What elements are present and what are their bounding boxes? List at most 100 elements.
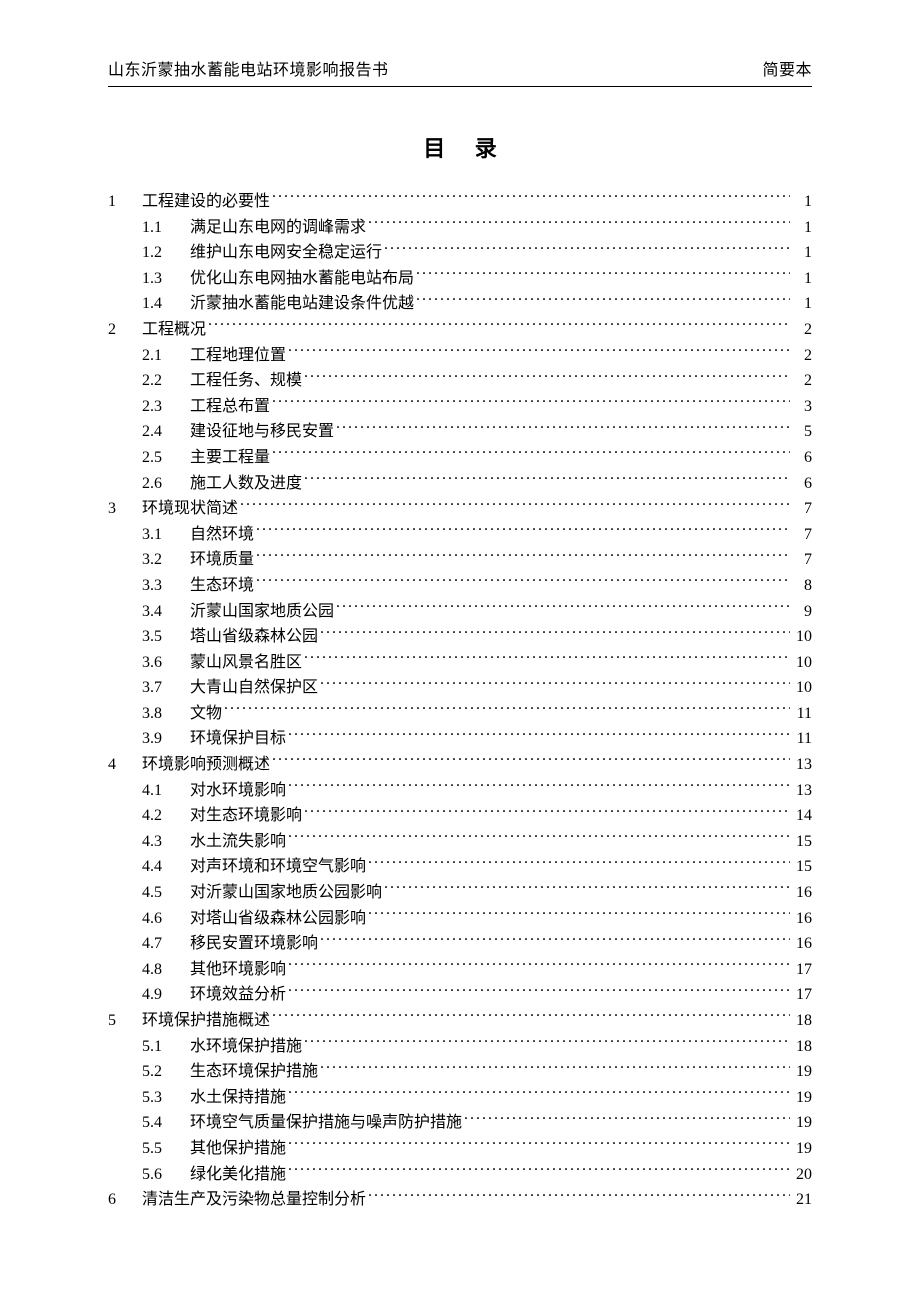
toc-entry: 4.2对生态环境影响 14	[108, 803, 812, 829]
page-number: 2	[792, 317, 812, 343]
section-number: 4.1	[142, 778, 190, 804]
leader-dots	[288, 1086, 790, 1102]
entry-text: 环境保护目标	[190, 726, 286, 752]
section-number: 2.5	[142, 445, 190, 471]
chapter-number: 4	[108, 752, 142, 778]
section-number: 3.6	[142, 650, 190, 676]
page-number: 16	[792, 931, 812, 957]
page-number: 7	[792, 547, 812, 573]
entry-text: 水土保持措施	[190, 1085, 286, 1111]
leader-dots	[288, 344, 790, 360]
section-number: 5.5	[142, 1136, 190, 1162]
page-number: 21	[792, 1187, 812, 1213]
leader-dots	[288, 830, 790, 846]
chapter-number: 2	[108, 317, 142, 343]
page-number: 2	[792, 343, 812, 369]
toc-entry: 3环境现状简述7	[108, 496, 812, 522]
toc-entry: 3.1自然环境7	[108, 522, 812, 548]
page-number: 1	[792, 240, 812, 266]
leader-dots	[272, 395, 790, 411]
entry-text: 环境空气质量保护措施与噪声防护措施	[190, 1110, 462, 1136]
chapter-number: 1	[108, 189, 142, 215]
toc-entry: 1.1满足山东电网的调峰需求1	[108, 215, 812, 241]
page-number: 9	[792, 599, 812, 625]
leader-dots	[256, 523, 790, 539]
toc-entry: 4.7移民安置环境影响 16	[108, 931, 812, 957]
section-number: 4.2	[142, 803, 190, 829]
chapter-number: 3	[108, 496, 142, 522]
toc-entry: 6清洁生产及污染物总量控制分析21	[108, 1187, 812, 1213]
header-right-title: 简要本	[762, 56, 812, 80]
toc-entry: 2.4建设征地与移民安置5	[108, 419, 812, 445]
page-number: 14	[792, 803, 812, 829]
entry-text: 对声环境和环境空气影响	[190, 854, 366, 880]
section-number: 1.1	[142, 215, 190, 241]
page-number: 8	[792, 573, 812, 599]
page-number: 19	[792, 1085, 812, 1111]
toc-entry: 5.6绿化美化措施20	[108, 1162, 812, 1188]
section-number: 2.4	[142, 419, 190, 445]
leader-dots	[320, 676, 790, 692]
page-number: 10	[792, 650, 812, 676]
entry-text: 沂蒙抽水蓄能电站建设条件优越	[190, 291, 414, 317]
toc-entry: 3.7大青山自然保护区10	[108, 675, 812, 701]
page-header: 山东沂蒙抽水蓄能电站环境影响报告书 简要本	[108, 56, 812, 84]
leader-dots	[320, 1060, 790, 1076]
leader-dots	[416, 267, 790, 283]
section-number: 3.5	[142, 624, 190, 650]
leader-dots	[336, 420, 790, 436]
toc-entry: 2工程概况2	[108, 317, 812, 343]
page-number: 6	[792, 445, 812, 471]
section-number: 3.8	[142, 701, 190, 727]
page-number: 11	[792, 726, 812, 752]
entry-text: 对生态环境影响	[190, 803, 302, 829]
entry-text: 移民安置环境影响	[190, 931, 318, 957]
leader-dots	[288, 1137, 790, 1153]
page-number: 10	[792, 624, 812, 650]
entry-text: 工程建设的必要性	[142, 189, 270, 215]
page-number: 18	[792, 1034, 812, 1060]
section-number: 3.2	[142, 547, 190, 573]
toc-entry: 2.6施工人数及进度6	[108, 471, 812, 497]
section-number: 1.2	[142, 240, 190, 266]
toc-entry: 1工程建设的必要性1	[108, 189, 812, 215]
toc-entry: 3.6蒙山风景名胜区 10	[108, 650, 812, 676]
page-number: 1	[792, 189, 812, 215]
section-number: 1.4	[142, 291, 190, 317]
page-number: 15	[792, 829, 812, 855]
page-number: 18	[792, 1008, 812, 1034]
section-number: 4.6	[142, 906, 190, 932]
section-number: 3.9	[142, 726, 190, 752]
page-number: 19	[792, 1136, 812, 1162]
leader-dots	[368, 855, 790, 871]
entry-text: 蒙山风景名胜区	[190, 650, 302, 676]
section-number: 4.7	[142, 931, 190, 957]
toc-entry: 3.2环境质量7	[108, 547, 812, 573]
page-number: 16	[792, 880, 812, 906]
toc-entry: 5.5其他保护措施19	[108, 1136, 812, 1162]
leader-dots	[304, 651, 790, 667]
section-number: 3.1	[142, 522, 190, 548]
toc-entry: 2.5主要工程量6	[108, 445, 812, 471]
leader-dots	[368, 907, 790, 923]
entry-text: 对沂蒙山国家地质公园影响	[190, 880, 382, 906]
leader-dots	[288, 983, 790, 999]
leader-dots	[256, 574, 790, 590]
section-number: 5.1	[142, 1034, 190, 1060]
leader-dots	[464, 1111, 790, 1127]
leader-dots	[368, 1188, 790, 1204]
toc-entry: 3.8文物11	[108, 701, 812, 727]
toc-entry: 4.3水土流失影响15	[108, 829, 812, 855]
entry-text: 水土流失影响	[190, 829, 286, 855]
toc-title: 目 录	[108, 131, 812, 163]
entry-text: 工程概况	[142, 317, 206, 343]
page-number: 20	[792, 1162, 812, 1188]
section-number: 2.6	[142, 471, 190, 497]
entry-text: 环境影响预测概述	[142, 752, 270, 778]
chapter-number: 6	[108, 1187, 142, 1213]
toc-entry: 3.4沂蒙山国家地质公园9	[108, 599, 812, 625]
toc-entry: 2.2工程任务、规模2	[108, 368, 812, 394]
entry-text: 工程任务、规模	[190, 368, 302, 394]
leader-dots	[288, 958, 790, 974]
leader-dots	[288, 1163, 790, 1179]
